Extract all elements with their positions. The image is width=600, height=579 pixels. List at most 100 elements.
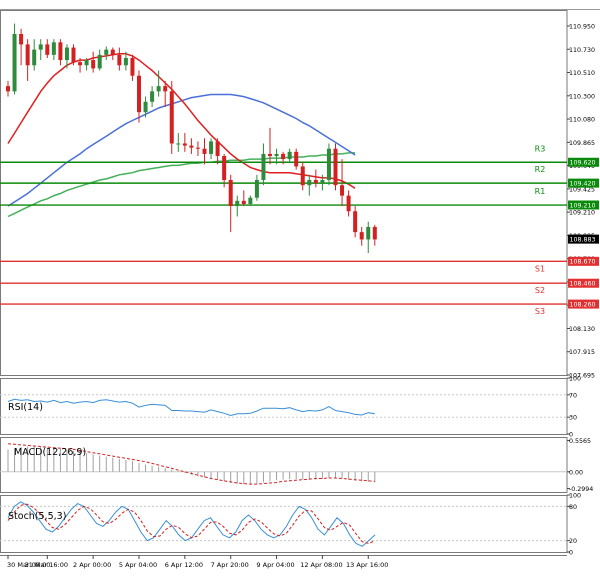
candle-body [281,153,286,160]
candle-body [326,148,331,180]
time-tick-label: 6 Apr 12:00 [165,561,203,569]
candle-body [51,42,56,55]
candle-body [156,86,161,92]
candle [71,44,76,66]
candle-body [189,145,194,148]
candle [12,23,17,95]
macd-label: MACD(12,26,9) [14,447,86,458]
stoch-tick-label: 20 [569,538,577,545]
candle-body [366,226,371,240]
candle-body [163,86,168,92]
time-tick-label: 13 Apr 16:00 [346,561,388,569]
candle-body [38,44,43,50]
candle-body [248,197,253,204]
candle-body [195,147,200,149]
candle-body [307,179,312,186]
candle-body [346,195,351,212]
candle-body [71,47,76,63]
candle [333,143,338,191]
level-price-label-r2: 109.420 [570,180,596,187]
candle-body [372,226,377,240]
candle-body [84,60,89,66]
price-tick-label: 110.950 [569,24,595,31]
time-tick-label: 31 Mar 16:00 [25,561,68,569]
price-tick-label: 108.130 [569,326,595,333]
candle-body [222,156,227,180]
candle-body [104,49,109,55]
time-tick-label: 9 Apr 04:00 [256,561,294,569]
level-tag-r3: R3 [535,144,546,153]
candle-body [313,179,318,184]
candle-body [130,57,135,76]
candle-body [359,232,364,240]
candle-body [19,33,24,45]
level-price-label-s2: 108.460 [570,281,596,288]
candle-body [32,49,37,66]
candle-body [235,200,240,207]
stoch-tick-label: 80 [569,504,577,511]
candle-body [215,141,220,156]
candle-body [333,148,338,186]
candle-body [78,62,83,66]
candle-body [123,57,128,66]
candle-body [254,179,259,198]
chart-container: 110.950 110.730 110.510 110.300 110.080 109.8… [0,0,600,575]
chart-svg: 110.950 110.730 110.510 110.300 110.080 109.8… [0,0,600,575]
level-tag-s3: S3 [535,307,545,316]
level-tag-s2: S2 [535,286,545,295]
rsi-tick-label: 70 [569,392,577,399]
candle-body [117,54,122,66]
candle-body [268,153,272,156]
price-tick-label: 107.915 [569,349,595,356]
candle-body [6,86,10,92]
level-price-label-r1: 109.210 [570,202,596,209]
candle-body [12,33,17,92]
candle-body [340,185,345,196]
candle-body [228,179,233,207]
candle-body [274,153,279,156]
candle-body [320,179,325,184]
candle-body [97,54,102,69]
candle-body [182,143,187,146]
candle-body [176,143,181,145]
price-tick-label: 109.865 [569,140,595,147]
time-tick-label: 5 Apr 04:00 [119,561,157,569]
stoch-tick-label: 0 [569,550,573,557]
candle-body [353,211,358,233]
candle-body [202,148,207,154]
stoch-label: Stoch(5,5,3) [8,511,66,522]
stoch-tick-label: 100 [569,493,581,500]
candle [326,143,331,186]
candle-body [110,49,115,55]
candle-body [64,47,69,61]
level-tag-r1: R1 [535,187,546,196]
price-tick-label: 110.300 [569,93,595,100]
candle-body [209,141,214,154]
level-tag-s1: S1 [535,264,545,273]
candle-body [261,153,266,180]
time-tick-label: 2 Apr 00:00 [73,561,111,569]
candle-body [143,101,148,113]
candle-body [300,166,305,186]
time-tick-label: 12 Apr 08:00 [300,561,342,569]
candle-body [294,151,299,167]
rsi-tick-label: 100 [569,376,581,383]
level-price-label-s1: 108.670 [570,259,596,266]
price-tick-label: 110.080 [569,117,595,124]
level-tag-r2: R2 [535,165,546,174]
price-tick-label: 110.510 [569,70,595,77]
chart-background [0,0,600,575]
candle [294,148,299,170]
candle-body [150,91,155,102]
macd-tick-label: 0.5565 [569,438,591,445]
rsi-tick-label: 30 [569,415,577,422]
level-price-label-s3: 108.260 [570,301,596,308]
level-price-label-r3: 109.620 [570,160,596,167]
candle-body [137,75,141,113]
candle-body [169,91,174,144]
candle-body [91,60,96,69]
candle-body [241,200,246,204]
rsi-label: RSI(14) [8,402,43,413]
current-price-label: 108.883 [570,236,596,243]
candle-body [25,44,30,66]
